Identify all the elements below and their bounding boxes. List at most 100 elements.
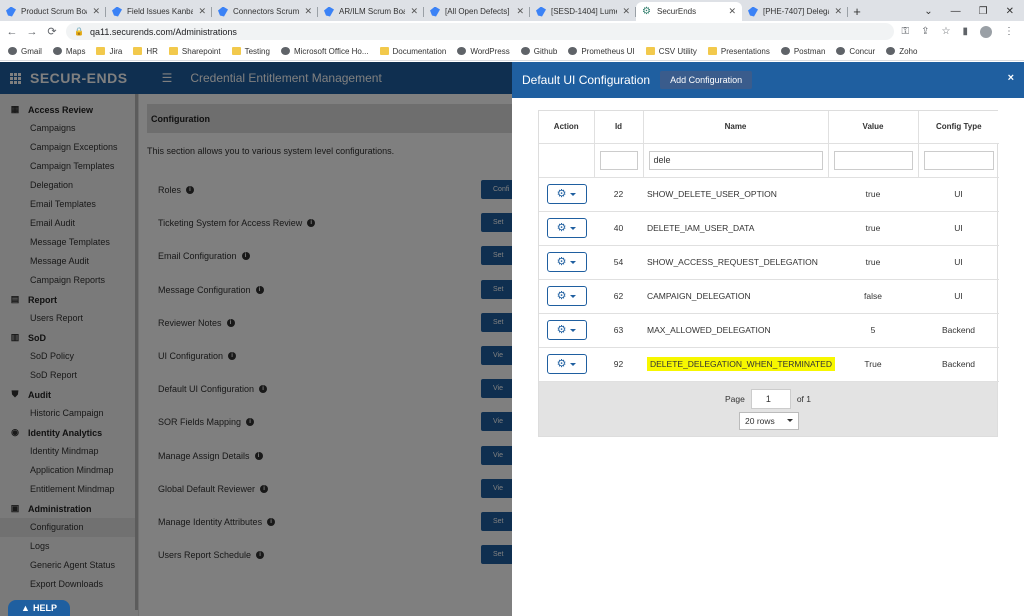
gear-icon: ⚙ [556,289,567,302]
close-icon[interactable]: × [1008,72,1014,84]
bookmark-item[interactable]: Zoho [886,47,917,56]
bookmark-item[interactable]: Microsoft Office Ho... [280,46,369,56]
bookmark-label: Testing [244,46,270,56]
close-tab-icon[interactable]: ✕ [92,6,100,17]
bookmark-label: Microsoft Office Ho... [293,46,369,56]
rows-per-page-select[interactable]: 20 rows [739,411,799,430]
bookmark-label: Sharepoint [181,46,221,56]
row-action-button[interactable]: ⚙ [546,218,587,238]
bookmark-item[interactable]: Documentation [379,47,446,56]
cell-value: true [865,257,881,267]
value-filter-input[interactable] [833,150,913,170]
share-icon[interactable]: ⇪ [921,26,929,38]
new-tab-button[interactable]: + [848,2,866,21]
star-icon[interactable]: ☆ [942,26,951,38]
id-filter-input[interactable] [599,150,638,170]
site-favicon-icon [886,47,896,55]
bookmark-item[interactable]: Maps [52,47,85,56]
browser-tab[interactable]: AR/ILM Scrum Boar ✕ [318,2,424,21]
window-controls: ⌄ — ❐ ✕ [914,2,1024,21]
bookmark-item[interactable]: Gmail [8,47,42,56]
column-header-value[interactable]: Value [828,111,919,144]
browser-tab-label: [SESD-1404] Lumeri [551,7,618,16]
config-type-filter-input[interactable] [923,150,994,170]
browser-tab[interactable]: [PHE-7407] Delegati ✕ [742,2,848,21]
row-action-button[interactable]: ⚙ [546,184,587,204]
add-configuration-button[interactable]: Add Configuration [660,71,753,89]
gear-icon: ⚙ [556,323,567,336]
reload-icon[interactable]: ⟳ [46,25,58,38]
bookmark-item[interactable]: Prometheus UI [568,47,635,56]
row-action-button[interactable]: ⚙ [546,252,587,272]
forward-icon[interactable]: → [26,26,38,38]
close-tab-icon[interactable]: ✕ [622,6,630,17]
cell-config-type: UI [954,223,963,233]
browser-tab[interactable]: [SESD-1404] Lumeri ✕ [530,2,636,21]
bookmark-item[interactable]: Testing [231,46,270,56]
close-tab-icon[interactable]: ✕ [834,6,842,17]
cell-value: false [864,291,882,301]
site-favicon-icon [780,47,790,55]
page-number-input[interactable]: 1 [750,388,791,409]
chevron-down-icon[interactable]: ⌄ [924,6,932,17]
browser-tab[interactable]: Connectors Scrum B ✕ [212,2,318,21]
site-favicon-icon [520,47,530,55]
browser-tab-label: SecurEnds [657,7,697,16]
minimize-icon[interactable]: — [951,6,961,17]
url-input[interactable]: 🔒 qa11.securends.com/Administrations [66,23,894,40]
bookmark-item[interactable]: Postman [780,47,825,56]
bookmark-item[interactable]: Jira [96,47,122,56]
key-icon[interactable]: ⚿ [902,26,910,38]
column-header-name[interactable]: Name [643,111,829,144]
folder-icon [707,47,717,55]
browser-tab[interactable]: ⚙ SecurEnds ✕ [636,2,742,21]
column-header-action[interactable]: Action [539,111,595,144]
table-row: ⚙ 62 CAMPAIGN_DELEGATION false UI [539,279,999,314]
profile-avatar[interactable] [980,25,992,38]
bookmark-label: Gmail [21,46,42,56]
browser-tab[interactable]: Product Scrum Boar ✕ [0,2,106,21]
bookmark-item[interactable]: HR [133,47,158,56]
jira-favicon-icon [324,6,334,17]
close-tab-icon[interactable]: ✕ [410,6,418,17]
help-button[interactable]: ▲ HELP [8,600,70,616]
cell-value: True [864,359,882,369]
browser-tab[interactable]: [All Open Defects] | ✕ [424,2,530,21]
close-tab-icon[interactable]: ✕ [728,6,736,17]
column-header-id[interactable]: Id [594,111,644,144]
menu-icon[interactable]: ⋮ [1004,26,1014,38]
column-header-config-type[interactable]: Config Type [918,111,999,144]
back-icon[interactable]: ← [6,26,18,38]
row-action-button[interactable]: ⚙ [546,354,587,374]
bookmark-item[interactable]: Presentations [707,46,770,56]
browser-tab[interactable]: Field Issues Kanban ✕ [106,2,212,21]
gear-icon: ⚙ [556,357,567,370]
bookmark-item[interactable]: CSV Utility [645,47,697,56]
close-tab-icon[interactable]: ✕ [516,6,524,17]
site-favicon-icon [836,47,846,55]
name-filter-input[interactable] [648,150,823,170]
bookmark-label: Jira [109,46,123,56]
rows-per-page-value: 20 rows [745,415,775,426]
close-tab-icon[interactable]: ✕ [198,6,206,17]
page-label: Page [724,393,745,404]
bookmark-item[interactable]: WordPress [457,47,510,56]
modal-backdrop[interactable] [0,62,512,616]
bookmark-item[interactable]: Sharepoint [168,46,221,56]
bookmark-item[interactable]: Github [520,47,557,56]
close-window-icon[interactable]: ✕ [1006,6,1014,17]
cell-name: MAX_ALLOWED_DELEGATION [647,325,771,335]
row-action-button[interactable]: ⚙ [546,286,587,306]
cell-value: 5 [870,325,876,335]
chevron-down-icon [570,260,577,264]
close-tab-icon[interactable]: ✕ [304,6,312,17]
restore-icon[interactable]: ❐ [979,6,988,17]
folder-icon [645,47,655,55]
folder-icon [168,47,178,55]
sidepanel-icon[interactable]: ▮ [962,26,968,38]
bookmark-item[interactable]: Concur [836,47,875,56]
row-action-button[interactable]: ⚙ [546,320,587,340]
browser-tab-label: Product Scrum Boar [21,7,88,16]
url-text: qa11.securends.com/Administrations [89,26,237,37]
bookmark-label: Presentations [720,46,770,56]
